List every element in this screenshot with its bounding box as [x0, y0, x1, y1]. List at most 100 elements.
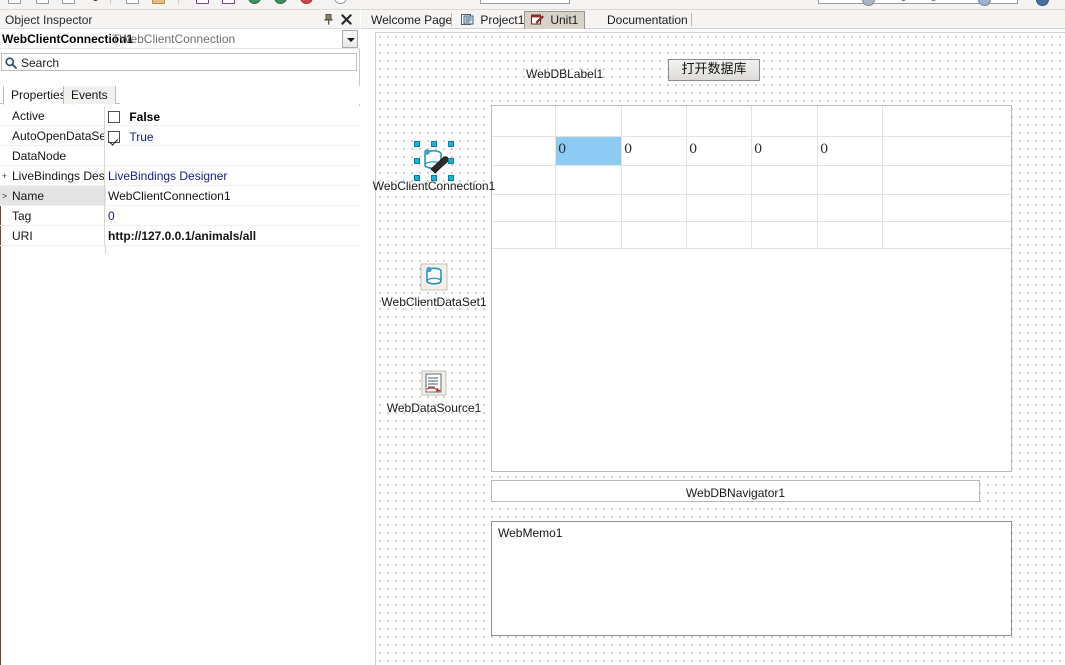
property-value [106, 146, 360, 166]
tab-separator [451, 13, 452, 26]
webmemo1-text: WebMemo1 [498, 526, 563, 540]
property-gutter [0, 106, 9, 126]
tab-project1[interactable]: Project1 [455, 11, 530, 29]
component-webdatasource1[interactable]: WebDataSource1 [387, 367, 481, 415]
property-name: LiveBindings Desig [10, 166, 105, 186]
tab-unit1-label: Unit1 [550, 13, 579, 27]
project-icon [461, 14, 474, 26]
tab-welcome-page[interactable]: Welcome Page [365, 11, 458, 29]
main-toolbar [0, 0, 1065, 10]
property-grid: Active False AutoOpenDataSet True DataNo… [0, 106, 360, 665]
web-client-dataset-icon[interactable] [418, 261, 450, 293]
search-icon[interactable] [334, 0, 347, 4]
about-icon[interactable] [1036, 0, 1049, 6]
property-gutter: > [1, 191, 8, 201]
form-view-icon[interactable] [196, 0, 209, 4]
save-file-icon[interactable] [62, 0, 75, 4]
object-inspector-titlebar: Object Inspector [0, 10, 360, 29]
save-all-icon[interactable] [862, 0, 875, 6]
object-inspector-tabs: Properties Events [0, 86, 360, 105]
dbgrid-cell[interactable]: 0 [689, 142, 697, 157]
search-input[interactable]: Search [1, 53, 357, 71]
property-value-checkbox-active[interactable]: False [108, 109, 160, 124]
step-over-icon[interactable] [248, 0, 261, 4]
component-caption: WebClientDataSet1 [381, 295, 487, 309]
property-value[interactable]: WebClientConnection1 [106, 186, 360, 205]
tab-documentation[interactable]: Documentation [601, 11, 694, 29]
tab-events[interactable]: Events [63, 86, 116, 104]
property-row-active[interactable]: Active False [0, 106, 360, 126]
property-value[interactable]: LiveBindings Designer [106, 166, 360, 186]
selected-object-class: TWebClientConnection [112, 32, 236, 46]
search-icon [5, 57, 17, 69]
web-datasource-icon[interactable] [418, 367, 450, 399]
tab-project1-label: Project1 [480, 13, 525, 27]
form-designer[interactable]: WebDBLabel1 打开数据库 0 0 0 0 0 WebDBNavigat… [361, 29, 1065, 665]
webdblabel1[interactable]: WebDBLabel1 [526, 67, 603, 81]
unit-view-icon[interactable] [222, 0, 235, 4]
search-input-value: Search [21, 56, 60, 70]
tab-welcome-page-label: Welcome Page [371, 13, 453, 27]
expand-icon[interactable]: + [0, 166, 9, 186]
new-file-icon[interactable] [8, 0, 21, 4]
web-client-connection-icon[interactable] [414, 141, 454, 181]
property-row-name[interactable]: > Name WebClientConnection1 [0, 186, 360, 206]
selection-handle[interactable] [448, 158, 454, 164]
selection-handle[interactable] [431, 141, 437, 147]
dbgrid-cell[interactable]: 0 [754, 142, 762, 157]
chevron-down-icon[interactable] [342, 30, 358, 48]
unit-form-icon [531, 14, 544, 26]
dbgrid-cell[interactable]: 0 [820, 142, 828, 157]
property-row-livebindings[interactable]: + LiveBindings Desig LiveBindings Design… [0, 166, 360, 186]
ide-window: Object Inspector WebClientConnection1 TW… [0, 0, 1065, 665]
dbgrid-cell[interactable]: 0 [624, 142, 632, 157]
form-surface[interactable]: WebDBLabel1 打开数据库 0 0 0 0 0 WebDBNavigat… [373, 32, 1065, 665]
tabs-filler [120, 86, 360, 104]
editor-tabbar: Welcome Page Project1 Unit1 Documentatio… [361, 10, 1065, 29]
property-gutter [0, 126, 9, 146]
property-row-datanode[interactable]: DataNode [0, 146, 360, 166]
tab-properties-label: Properties [11, 88, 66, 102]
open-database-button[interactable]: 打开数据库 [668, 59, 760, 81]
close-icon[interactable] [341, 14, 352, 25]
webdbgrid1[interactable]: 0 0 0 0 0 [491, 105, 1012, 472]
step-into-icon[interactable] [274, 0, 287, 4]
selection-handle[interactable] [414, 158, 420, 164]
property-gutter [0, 146, 9, 166]
selection-handle[interactable] [414, 141, 420, 147]
property-row-tag[interactable]: Tag 0 [0, 206, 360, 226]
property-value-checkbox-autoopendataset[interactable]: True [108, 129, 154, 144]
selection-handle[interactable] [448, 141, 454, 147]
checkbox-icon[interactable] [108, 110, 120, 123]
toolbar-combo-left[interactable] [480, 0, 570, 4]
open-file-icon[interactable] [36, 0, 49, 4]
property-gutter [0, 206, 9, 226]
property-name: AutoOpenDataSet [10, 126, 105, 146]
webmemo1[interactable]: WebMemo1 [491, 521, 1012, 636]
property-row-uri[interactable]: URI http://127.0.0.1/animals/all [0, 226, 360, 246]
property-value: True [129, 129, 154, 144]
tab-events-label: Events [71, 88, 108, 102]
object-selector-row[interactable]: WebClientConnection1 TWebClientConnectio… [0, 29, 360, 49]
property-gutter [0, 226, 9, 246]
object-inspector-panel: Object Inspector WebClientConnection1 TW… [0, 10, 360, 665]
run-icon[interactable] [92, 0, 99, 1]
tab-documentation-label: Documentation [607, 13, 688, 27]
property-name: Active [10, 106, 105, 126]
webdbnavigator1[interactable]: WebDBNavigator1 [491, 480, 980, 502]
folder-icon[interactable] [152, 0, 165, 4]
stop-icon[interactable] [300, 0, 313, 4]
component-webclientconnection1[interactable]: WebClientConnection1 [373, 141, 495, 193]
pin-icon[interactable] [323, 14, 334, 25]
pause-icon[interactable] [126, 0, 139, 4]
checkbox-icon[interactable] [108, 130, 120, 143]
options-icon[interactable] [978, 0, 991, 6]
property-name: URI [10, 226, 105, 246]
property-row-autoopendataset[interactable]: AutoOpenDataSet True [0, 126, 360, 146]
dbgrid-cell[interactable]: 0 [558, 142, 566, 157]
property-name: Name [10, 186, 105, 206]
property-value: http://127.0.0.1/animals/all [108, 229, 257, 243]
property-name: DataNode [10, 146, 105, 166]
tab-unit1[interactable]: Unit1 [524, 11, 586, 29]
component-webclientdataset1[interactable]: WebClientDataSet1 [381, 261, 487, 309]
